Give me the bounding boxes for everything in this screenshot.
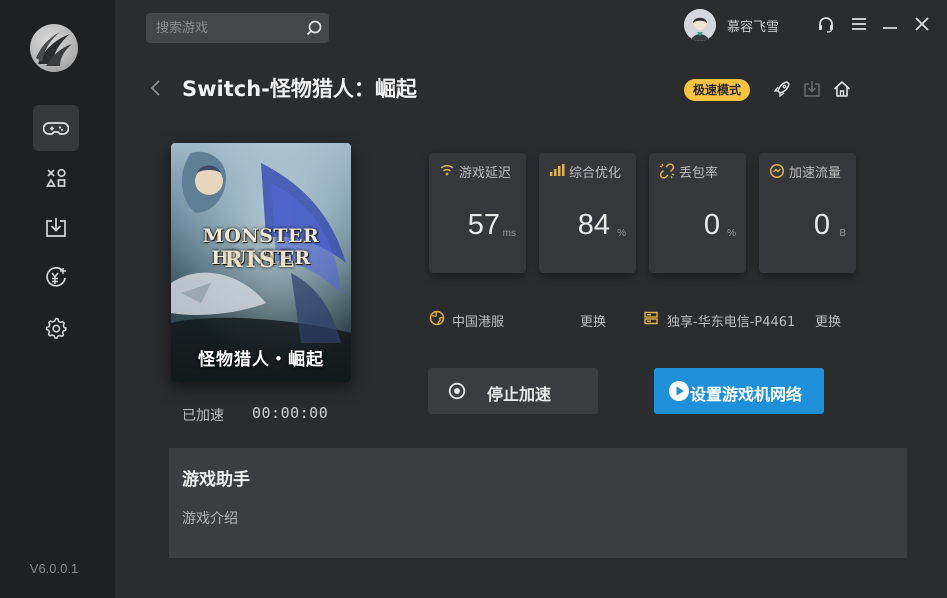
username[interactable]: 慕容飞雪: [727, 16, 779, 35]
rocket-icon[interactable]: [771, 78, 793, 100]
search-input[interactable]: [146, 13, 296, 43]
download-icon: [46, 218, 66, 237]
stop-circle-icon: [448, 382, 466, 400]
stat-unit: B: [839, 228, 846, 239]
stat-unit: ms: [502, 228, 516, 239]
stat-traffic: 加速流量 0 B: [759, 153, 856, 273]
sidebar-item-settings[interactable]: [33, 305, 79, 351]
gamepad-icon: [43, 122, 69, 135]
play-circle-icon: [669, 381, 689, 401]
home-icon[interactable]: [831, 78, 853, 100]
avatar[interactable]: [684, 9, 716, 41]
setup-console-network-button[interactable]: 设置游戏机网络: [654, 368, 824, 414]
sidebar-item-downloads[interactable]: [33, 205, 79, 251]
stop-acceleration-button[interactable]: 停止加速: [428, 368, 598, 414]
game-intro-link[interactable]: 游戏介绍: [182, 508, 238, 528]
change-node-link[interactable]: 更换: [815, 311, 841, 330]
game-assistant-title: 游戏助手: [182, 470, 250, 490]
headset-support-icon[interactable]: [816, 14, 836, 34]
stat-label: 加速流量: [789, 166, 842, 181]
stat-unit: %: [727, 228, 736, 239]
minimize-icon[interactable]: [880, 14, 900, 34]
stat-value: 84: [577, 209, 610, 241]
stat-unit: %: [617, 228, 626, 239]
page-title: Switch-怪物猎人：崛起: [182, 77, 417, 101]
stat-label: 游戏延迟: [459, 166, 512, 181]
sidebar: V6.0.0.1: [0, 0, 115, 598]
wifi-icon: [440, 164, 454, 176]
sidebar-item-games[interactable]: [33, 105, 79, 151]
stat-value: 57: [467, 209, 500, 241]
cover-subtitle-en: RISE: [224, 247, 298, 273]
stat-optimization: 综合优化 84 %: [539, 153, 636, 273]
stat-label: 综合优化: [569, 166, 622, 181]
sidebar-item-apps[interactable]: [33, 155, 79, 201]
accelerated-timer: 00:00:00: [252, 404, 329, 422]
yuan-plus-icon: [46, 266, 66, 287]
app-logo: [30, 24, 78, 72]
apps-grid-icon: [46, 168, 66, 187]
close-icon[interactable]: [912, 14, 932, 34]
speed-mode-badge[interactable]: 极速模式: [684, 79, 751, 101]
cover-title-cn: 怪物猎人・崛起: [198, 350, 324, 370]
globe-icon: [429, 310, 445, 326]
search-box[interactable]: [146, 13, 329, 43]
stat-packet-loss: 丢包率 0 %: [649, 153, 746, 273]
app-version: V6.0.0.1: [29, 561, 79, 576]
game-cover: MONSTER HUNTER RISE 怪物猎人・崛起: [171, 143, 351, 382]
traffic-icon: [769, 163, 785, 179]
sidebar-item-recharge[interactable]: [33, 255, 79, 301]
gear-icon: [45, 317, 67, 340]
stat-latency: 游戏延迟 57 ms: [429, 153, 526, 273]
stat-value: 0: [703, 209, 720, 241]
setup-console-network-label: 设置游戏机网络: [690, 385, 803, 404]
search-icon[interactable]: [305, 19, 323, 37]
stop-acceleration-label: 停止加速: [487, 385, 552, 404]
server-node-icon: [644, 311, 658, 325]
accelerated-label: 已加速: [182, 408, 224, 424]
game-assistant-panel: 游戏助手 游戏介绍: [169, 448, 907, 558]
download-shortcut-icon: [804, 81, 820, 97]
server-node: 独享-华东电信-P4461: [667, 315, 796, 330]
stat-label: 丢包率: [679, 166, 719, 181]
stat-value: 0: [813, 209, 830, 241]
back-chevron-icon[interactable]: [148, 78, 164, 98]
server-region: 中国港服: [452, 315, 505, 330]
broken-link-icon: [659, 163, 675, 179]
signal-bars-icon: [550, 164, 565, 176]
menu-icon[interactable]: [849, 14, 869, 34]
change-region-link[interactable]: 更换: [580, 311, 606, 330]
